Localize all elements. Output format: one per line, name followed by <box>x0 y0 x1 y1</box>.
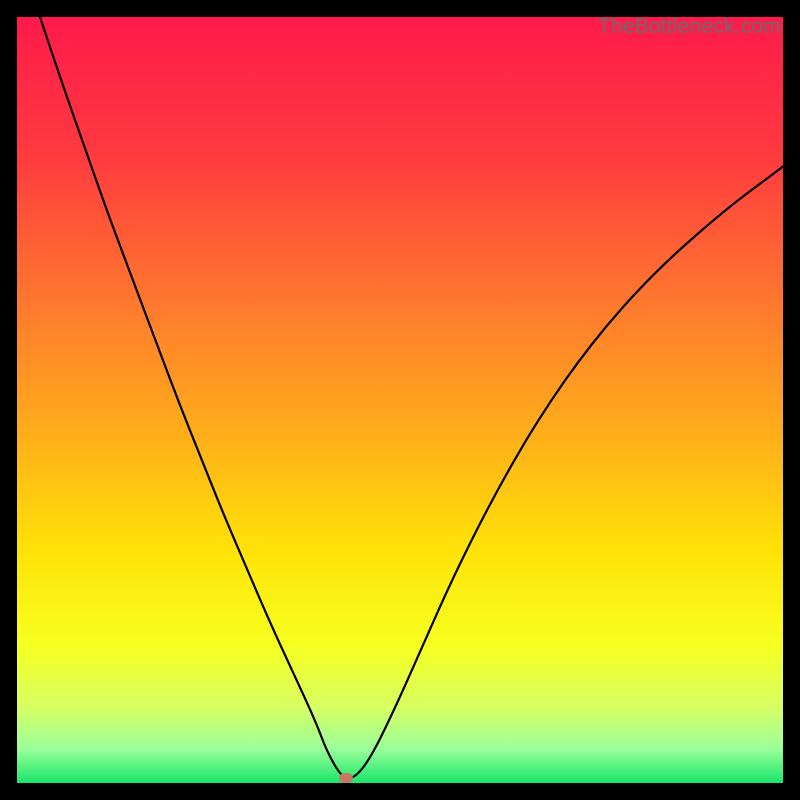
chart-frame: TheBottleneck.com <box>17 17 783 783</box>
watermark-text: TheBottleneck.com <box>598 15 781 39</box>
gradient-background <box>17 17 783 783</box>
bottleneck-chart <box>17 17 783 783</box>
optimal-point-marker <box>339 773 353 783</box>
